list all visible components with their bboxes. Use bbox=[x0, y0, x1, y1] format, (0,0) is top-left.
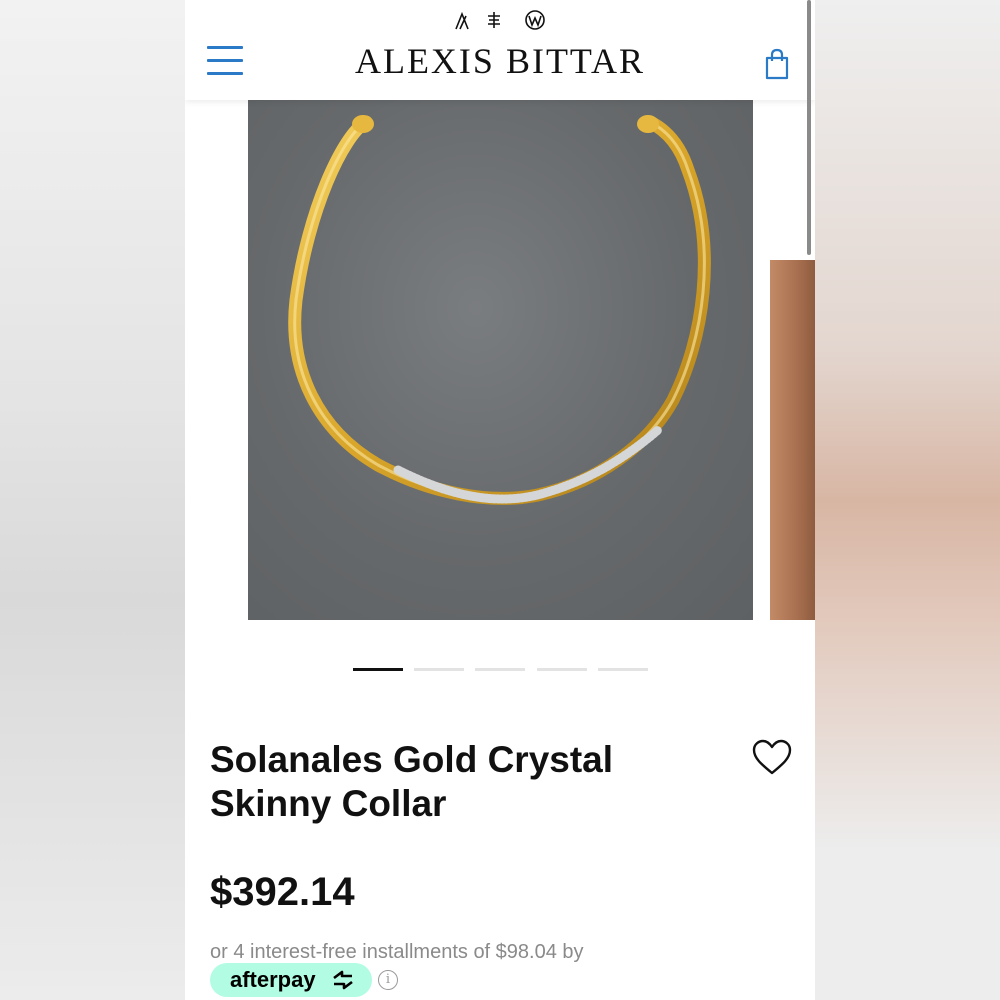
heart-icon[interactable] bbox=[751, 738, 793, 778]
scrollbar[interactable] bbox=[807, 0, 811, 255]
product-image-next[interactable] bbox=[770, 260, 815, 620]
site-header: ALEXIS BITTAR bbox=[185, 0, 815, 100]
pagination-dot[interactable] bbox=[537, 668, 587, 671]
pagination-dot[interactable] bbox=[475, 668, 525, 671]
pagination-dot[interactable] bbox=[414, 668, 464, 671]
shopping-bag-icon[interactable] bbox=[764, 48, 790, 80]
installments-text: or 4 interest-free installments of $98.0… bbox=[210, 941, 584, 963]
product-title-line: Solanales Gold Crystal bbox=[210, 739, 614, 780]
blurred-backdrop-left bbox=[0, 0, 185, 1000]
product-image-main[interactable] bbox=[248, 100, 753, 620]
info-icon[interactable]: i bbox=[378, 970, 398, 990]
brand-logo[interactable]: ALEXIS BITTAR bbox=[185, 40, 815, 82]
afterpay-arrows-icon bbox=[333, 970, 353, 990]
product-title-line: Skinny Collar bbox=[210, 783, 447, 824]
phone-screen: ALEXIS BITTAR Solanales Gold Crystal Ski… bbox=[185, 0, 815, 1000]
product-title: Solanales Gold Crystal Skinny Collar bbox=[210, 738, 730, 826]
brand-symbols-icon bbox=[455, 10, 545, 30]
afterpay-badge[interactable]: afterpay bbox=[210, 963, 372, 997]
gold-collar-necklace-image bbox=[288, 115, 711, 505]
pagination-dot[interactable] bbox=[598, 668, 648, 671]
gallery-pagination bbox=[353, 668, 653, 672]
pagination-dot[interactable] bbox=[353, 668, 403, 671]
product-price: $392.14 bbox=[210, 870, 355, 914]
blurred-backdrop-right bbox=[815, 0, 1000, 1000]
product-image-gallery[interactable] bbox=[185, 100, 815, 620]
afterpay-label: afterpay bbox=[230, 967, 316, 992]
